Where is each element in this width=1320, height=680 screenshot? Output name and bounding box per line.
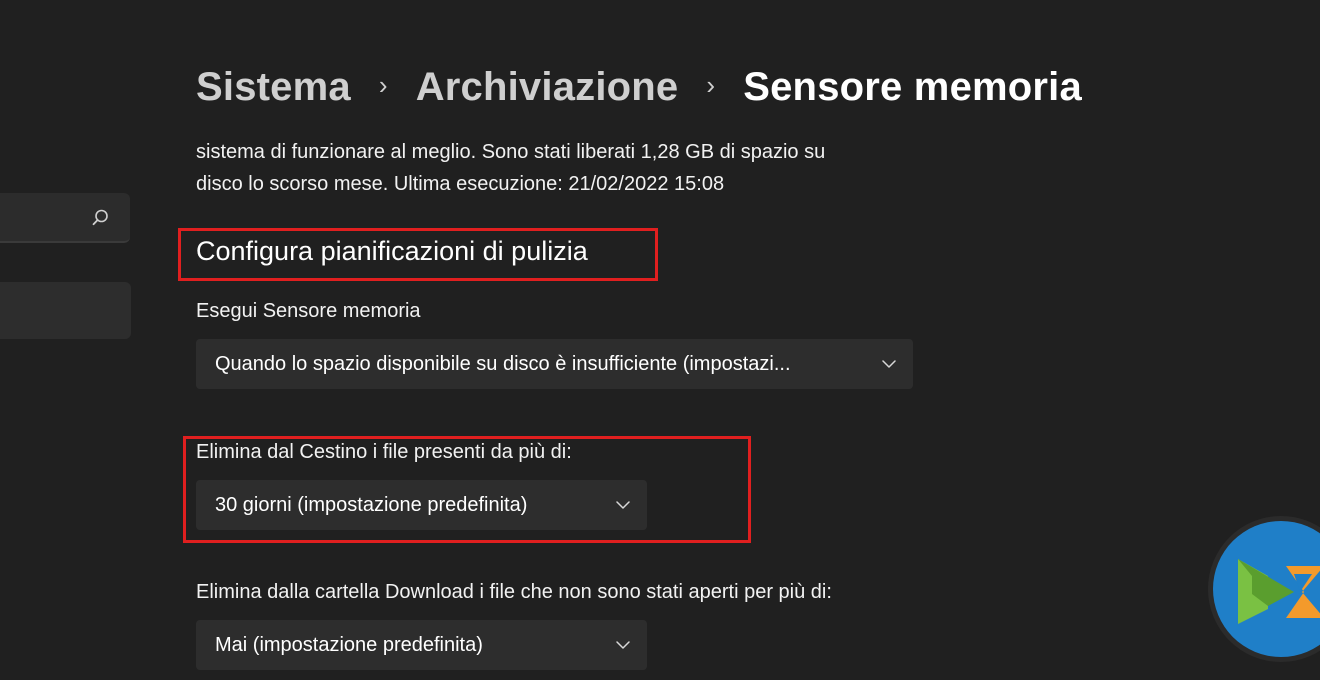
chevron-down-icon (616, 641, 630, 649)
sidebar-item-selected[interactable] (0, 282, 131, 339)
run-sensor-label: Esegui Sensore memoria (196, 300, 421, 322)
run-sensor-value: Quando lo spazio disponibile su disco è … (215, 352, 791, 375)
downloads-label: Elimina dalla cartella Download i file c… (196, 581, 832, 603)
chevron-down-icon (616, 501, 630, 509)
run-sensor-dropdown[interactable]: Quando lo spazio disponibile su disco è … (196, 339, 913, 389)
settings-page: Sistema › Archiviazione › Sensore memori… (0, 0, 1320, 680)
description-line: disco lo scorso mese. Ultima esecuzione:… (196, 173, 725, 195)
breadcrumb-separator: › (706, 69, 716, 100)
recycle-bin-label: Elimina dal Cestino i file presenti da p… (196, 441, 572, 463)
breadcrumb: Sistema › Archiviazione › Sensore memori… (196, 60, 1082, 114)
chevron-down-icon (882, 360, 896, 368)
brand-logo-icon (1208, 516, 1320, 662)
search-icon[interactable] (90, 208, 110, 228)
downloads-value: Mai (impostazione predefinita) (215, 633, 483, 656)
breadcrumb-item-sistema[interactable]: Sistema (196, 65, 351, 110)
highlight-box (178, 228, 658, 281)
description-line: sistema di funzionare al meglio. Sono st… (196, 141, 826, 163)
storage-sense-description: sistema di funzionare al meglio. Sono st… (196, 136, 916, 200)
downloads-dropdown[interactable]: Mai (impostazione predefinita) (196, 620, 647, 670)
search-input[interactable] (0, 193, 130, 243)
breadcrumb-item-archiviazione[interactable]: Archiviazione (416, 65, 679, 110)
page-title: Sensore memoria (743, 64, 1082, 109)
breadcrumb-separator: › (378, 69, 388, 100)
recycle-bin-value: 30 giorni (impostazione predefinita) (215, 493, 528, 516)
recycle-bin-dropdown[interactable]: 30 giorni (impostazione predefinita) (196, 480, 647, 530)
